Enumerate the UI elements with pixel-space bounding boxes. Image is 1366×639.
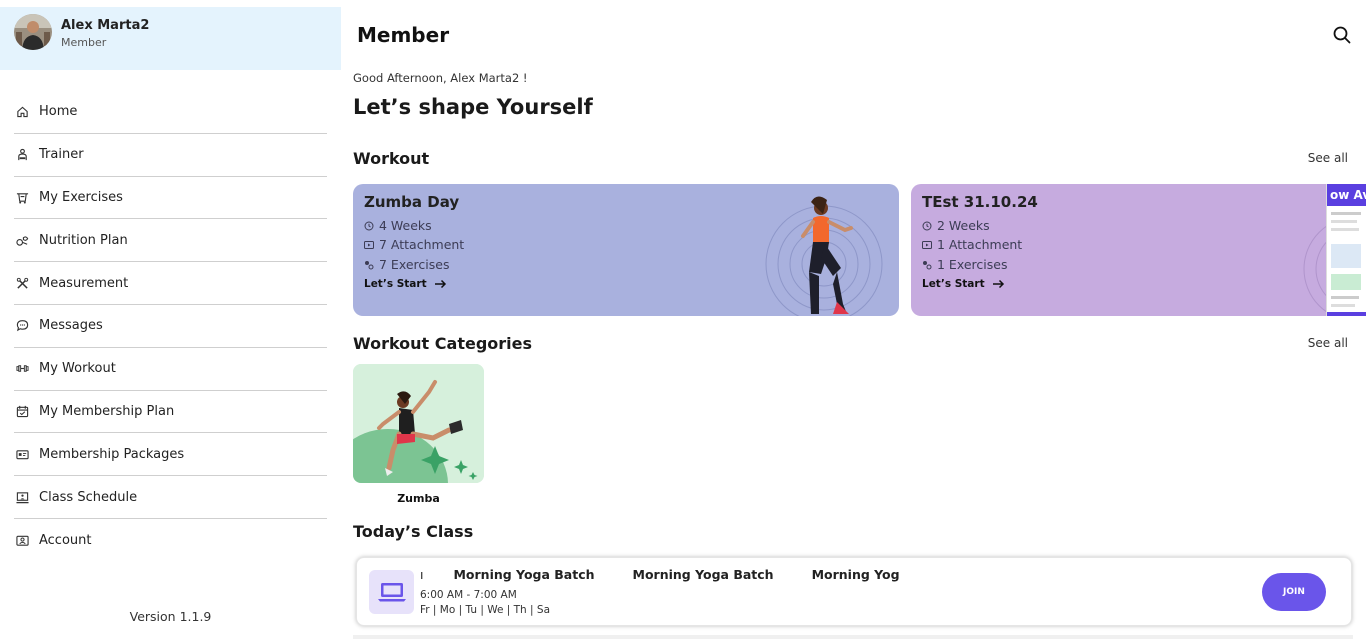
exercise-icon xyxy=(923,260,932,269)
app-version: Version 1.1.9 xyxy=(129,609,212,624)
class-schedule-icon xyxy=(15,490,29,504)
sidebar-item-label: Class Schedule xyxy=(39,489,138,505)
class-card[interactable]: ı Morning Yoga Batch Morning Yoga Batch Mor… xyxy=(356,557,1352,626)
workout-card-duration: 2 Weeks xyxy=(922,218,990,233)
workout-card-duration: 4 Weeks xyxy=(364,218,432,233)
profile-name: Alex Marta2 xyxy=(61,18,150,33)
category-image xyxy=(353,364,484,483)
class-name: Morning Yoga Ba xyxy=(811,567,900,582)
categories-section-title: Workout Categories xyxy=(353,334,533,353)
today-class-section-title: Today’s Class xyxy=(353,522,474,541)
category-tile-zumba[interactable] xyxy=(353,364,484,483)
workout-card-image xyxy=(765,196,883,316)
profile-header[interactable]: Alex Marta2 Member xyxy=(0,7,341,70)
video-icon xyxy=(922,240,932,249)
greeting-text: Good Afternoon, Alex Marta2 ! xyxy=(353,71,528,85)
workout-section-title: Workout xyxy=(353,149,430,168)
class-time: 6:00 AM - 7:00 AM xyxy=(420,589,517,601)
workout-card-attachments: 7 Attachment xyxy=(364,237,464,252)
headline: Let’s shape Yourself xyxy=(353,95,593,119)
sidebar-item-home[interactable]: Home xyxy=(14,91,327,134)
workout-card-title: TEst 31.10.24 xyxy=(922,193,1038,211)
categories-see-all-link[interactable]: See all xyxy=(1308,336,1348,350)
dumbbell-icon xyxy=(15,362,29,376)
sidebar-item-label: My Workout xyxy=(39,361,116,377)
calendar-icon xyxy=(15,404,29,418)
banner-text: ow Av xyxy=(1330,188,1366,202)
home-icon xyxy=(15,105,29,119)
package-icon xyxy=(15,447,29,461)
sidebar-item-label: Messages xyxy=(39,318,103,334)
class-days: Fr | Mo | Tu | We | Th | Sa xyxy=(420,604,551,616)
workout-card-exercises: 7 Exercises xyxy=(364,257,449,272)
workout-see-all-link[interactable]: See all xyxy=(1308,151,1348,165)
clock-icon xyxy=(364,221,374,230)
arrow-right-icon xyxy=(434,279,446,289)
sidebar-item-label: My Exercises xyxy=(39,189,123,205)
workout-card-title: Zumba Day xyxy=(364,193,460,211)
workout-card-banner: ow Av xyxy=(1326,184,1366,316)
laptop-icon xyxy=(377,583,406,602)
sidebar-item-label: Membership Packages xyxy=(39,446,185,462)
sidebar-item-label: Account xyxy=(39,532,92,548)
arrow-right-icon xyxy=(992,279,1004,289)
clock-icon xyxy=(922,221,932,230)
search-icon xyxy=(1333,26,1351,44)
category-label: Zumba xyxy=(397,492,440,505)
profile-role: Member xyxy=(61,36,107,49)
workout-card[interactable]: Zumba Day 4 Weeks 7 Attachment 7 Exercis… xyxy=(353,184,899,316)
account-icon xyxy=(15,533,29,547)
exercise-icon xyxy=(365,260,374,269)
class-icon-wrapper xyxy=(369,570,414,614)
page-title: Member xyxy=(357,23,450,47)
workout-card-attachments: 1 Attachment xyxy=(922,237,1022,252)
sidebar-item-messages[interactable]: Messages xyxy=(14,305,327,348)
measurement-icon xyxy=(15,276,29,290)
sidebar-item-label: My Membership Plan xyxy=(39,403,175,419)
nutrition-icon xyxy=(15,233,29,247)
class-name: Morning Yoga Batch xyxy=(632,567,774,582)
trainer-icon xyxy=(15,148,29,162)
sidebar: Alex Marta2 Member Home Trainer My Exerc… xyxy=(0,0,341,639)
workout-card[interactable]: ow Av TEst 31.10.24 2 Weeks 1 Attachment… xyxy=(911,184,1366,316)
sidebar-item-trainer[interactable]: Trainer xyxy=(14,134,327,177)
video-icon xyxy=(364,240,374,249)
sidebar-item-measurement[interactable]: Measurement xyxy=(14,262,327,305)
sidebar-item-my-workout[interactable]: My Workout xyxy=(14,348,327,391)
sidebar-nav: Home Trainer My Exercises Nutrition Plan… xyxy=(14,91,327,562)
sidebar-item-nutrition-plan[interactable]: Nutrition Plan xyxy=(14,219,327,263)
join-button[interactable]: JOIN xyxy=(1262,573,1326,611)
sidebar-item-account[interactable]: Account xyxy=(14,519,327,562)
class-name: Morning Yoga Batch xyxy=(453,567,595,582)
sidebar-item-label: Measurement xyxy=(39,275,129,291)
workout-card-exercises: 1 Exercises xyxy=(922,257,1007,272)
sidebar-item-label: Trainer xyxy=(39,147,84,163)
search-button[interactable] xyxy=(1332,25,1352,45)
messages-icon xyxy=(15,319,29,333)
main-content: Member Good Afternoon, Alex Marta2 ! Let… xyxy=(341,0,1366,639)
sidebar-item-membership-packages[interactable]: Membership Packages xyxy=(14,433,327,477)
sidebar-item-label: Nutrition Plan xyxy=(39,232,128,248)
sidebar-item-my-exercises[interactable]: My Exercises xyxy=(14,177,327,220)
next-class-card-edge xyxy=(353,635,1353,639)
lets-start-button[interactable]: Let’s Start xyxy=(364,278,447,290)
avatar xyxy=(14,14,52,50)
class-name-marquee: ı Morning Yoga Batch Morning Yoga Batch Mor… xyxy=(420,567,900,585)
sidebar-item-my-membership-plan[interactable]: My Membership Plan xyxy=(14,391,327,434)
class-name: ı xyxy=(420,567,424,582)
sidebar-item-class-schedule[interactable]: Class Schedule xyxy=(14,476,327,519)
sidebar-item-label: Home xyxy=(39,104,78,120)
lets-start-button[interactable]: Let’s Start xyxy=(922,278,1005,290)
exercises-icon xyxy=(15,190,29,204)
